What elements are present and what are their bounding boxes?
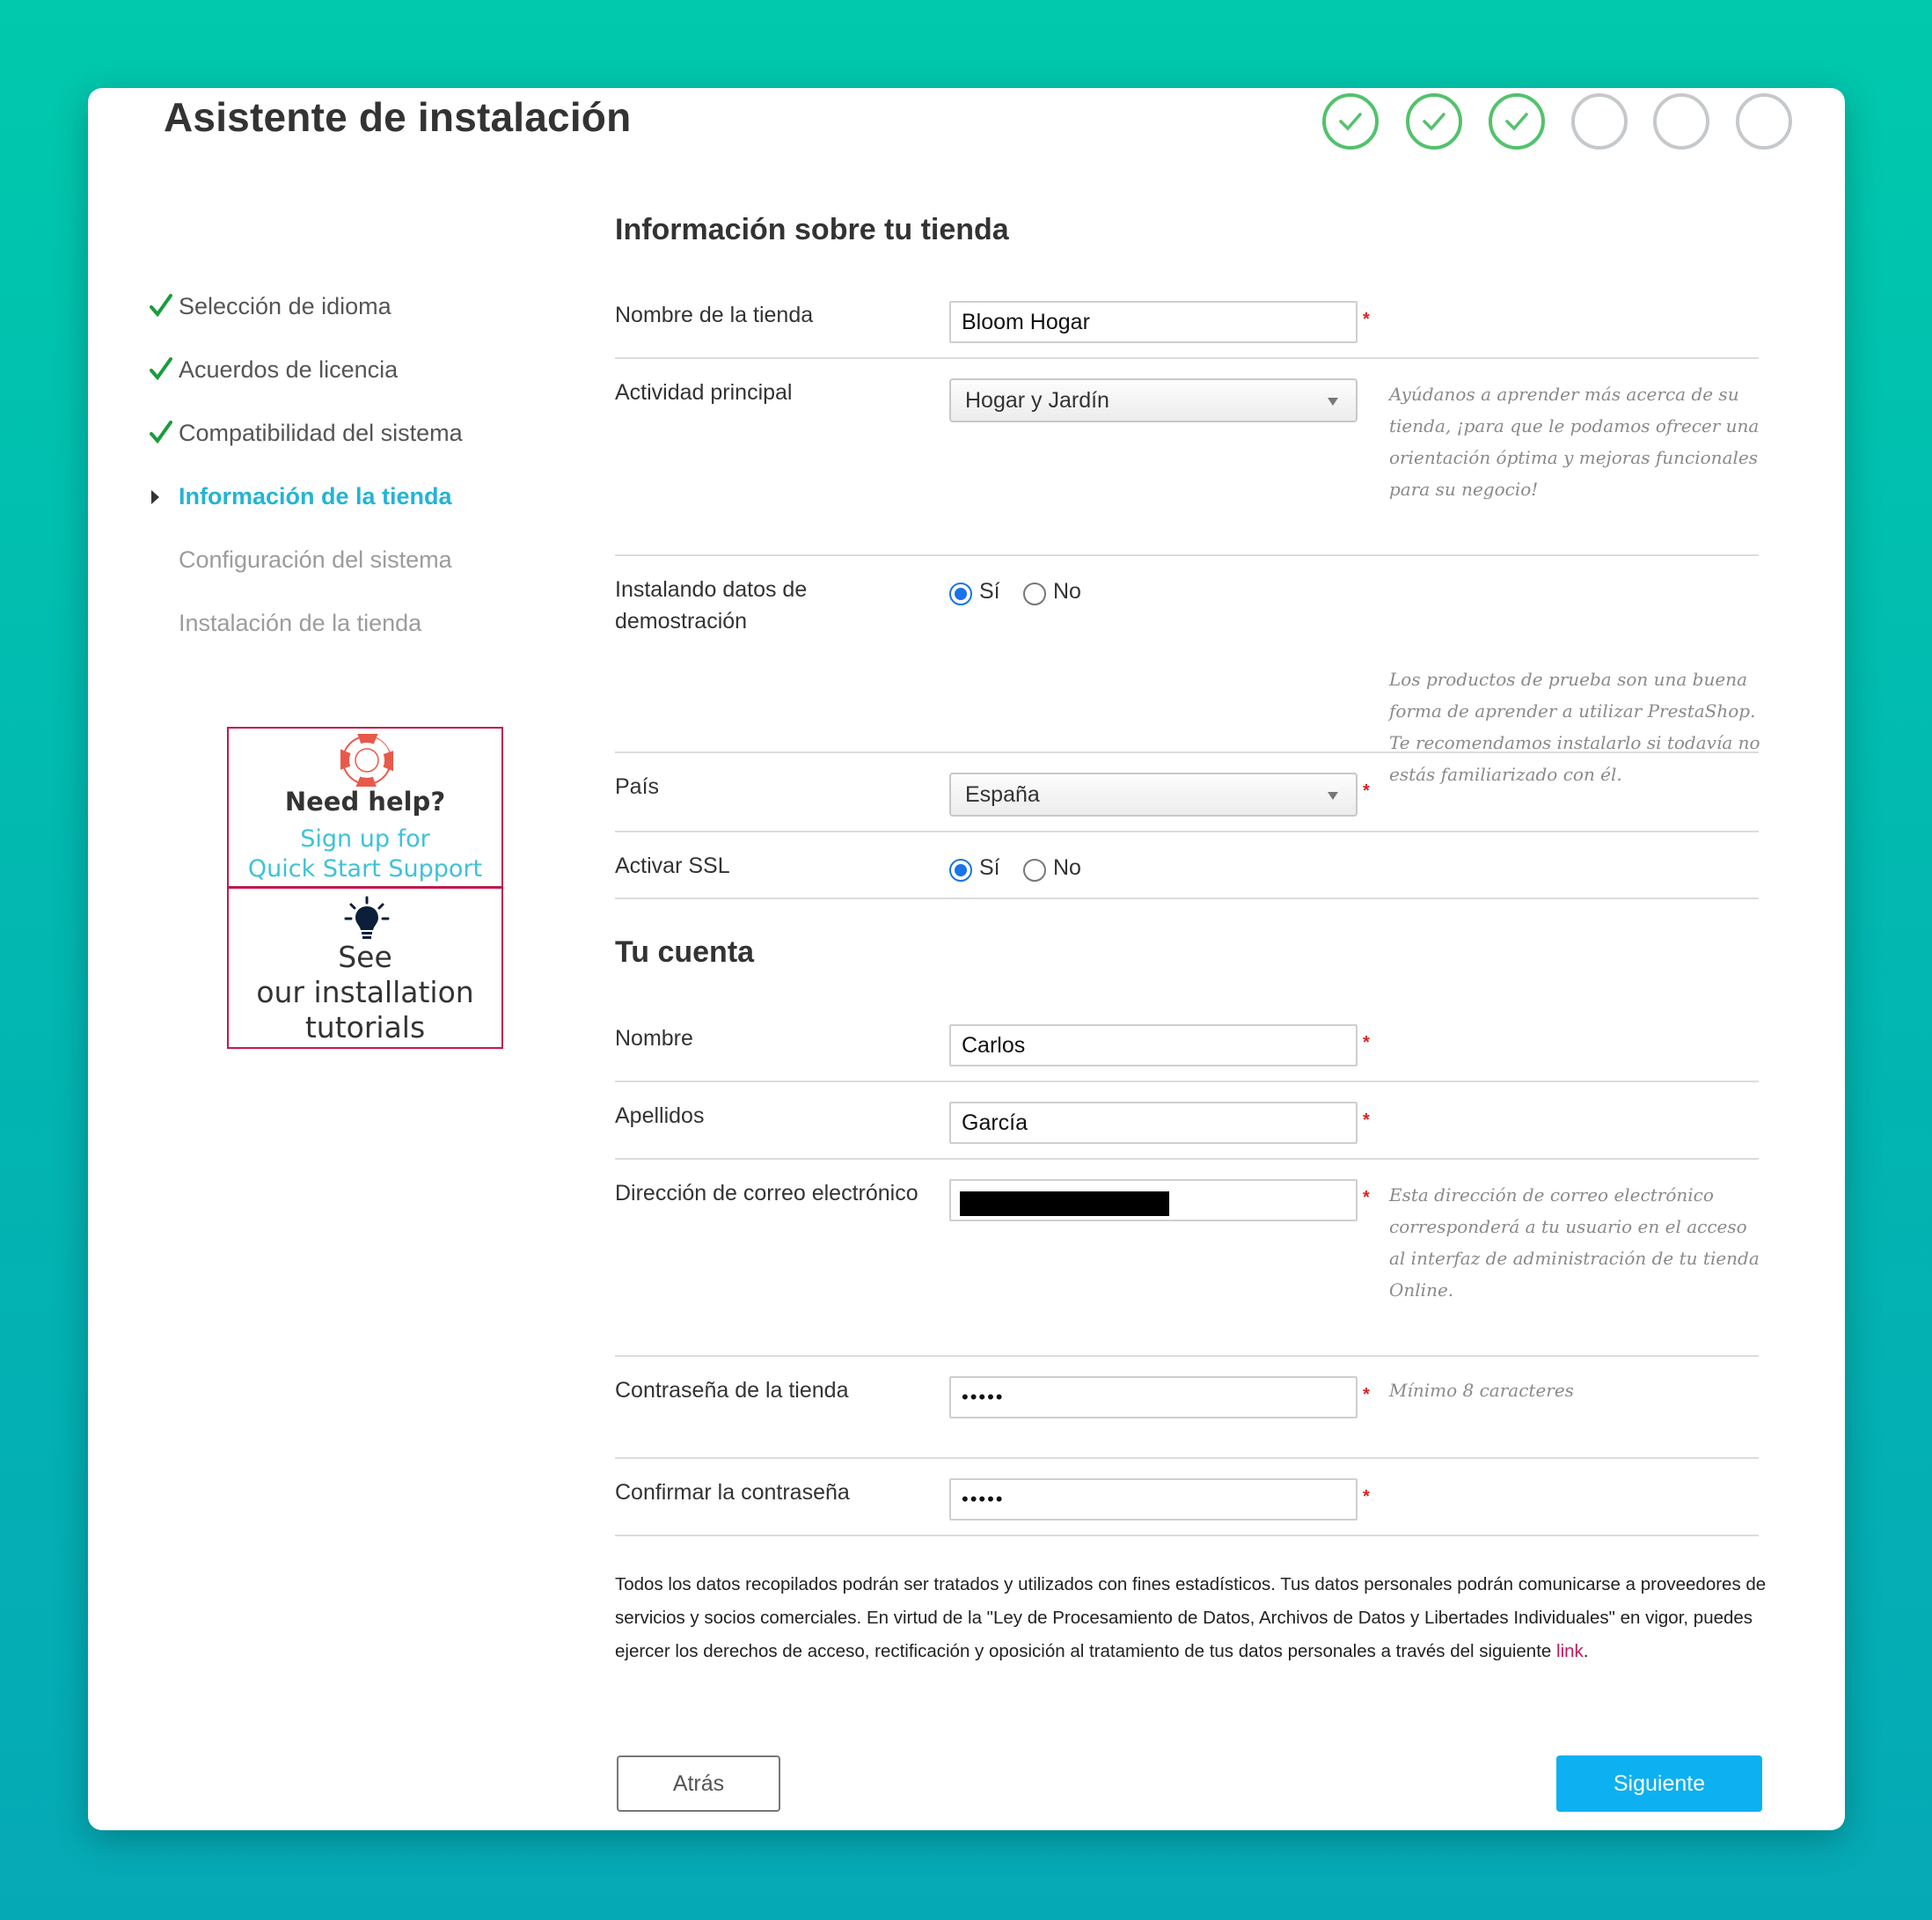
check-icon xyxy=(150,294,172,318)
tutorials-link[interactable]: See our installation tutorials xyxy=(229,889,501,1047)
activity-label: Actividad principal xyxy=(615,380,793,405)
divider xyxy=(615,831,1759,832)
confirm-password-label: Confirmar la contraseña xyxy=(615,1480,850,1505)
password-label: Contraseña de la tienda xyxy=(615,1378,849,1403)
help-banner: Need help? Sign up for Quick Start Suppo… xyxy=(227,727,503,1049)
demo-data-no-radio[interactable] xyxy=(1023,583,1046,605)
required-marker: * xyxy=(1363,1487,1370,1506)
activity-selected: Hogar y Jardín xyxy=(965,388,1109,413)
divider xyxy=(615,1355,1759,1357)
privacy-text: Todos los datos recopilados podrán ser t… xyxy=(615,1574,1767,1661)
divider xyxy=(615,898,1759,899)
sidebar-item-label: Selección de idioma xyxy=(179,293,392,319)
lifebuoy-icon xyxy=(340,734,393,787)
demo-data-no-label: No xyxy=(1053,579,1081,604)
privacy-notice: Todos los datos recopilados podrán ser t… xyxy=(615,1568,1776,1668)
required-marker: * xyxy=(1363,1188,1370,1207)
email-hint: Esta dirección de correo electrónico cor… xyxy=(1389,1184,1760,1301)
chevron-down-icon xyxy=(1328,792,1338,800)
installer-window: Asistente de instalación Selección de id… xyxy=(88,88,1845,1830)
password-hint: Mínimo 8 caracteres xyxy=(1389,1380,1574,1401)
sidebar-item-label: Instalación de la tienda xyxy=(179,610,422,636)
redacted-block xyxy=(960,1191,1169,1216)
store-section-title: Información sobre tu tienda xyxy=(615,213,1009,246)
help-link-line2[interactable]: Quick Start Support xyxy=(229,855,501,883)
divider xyxy=(615,1158,1759,1160)
privacy-link[interactable]: link xyxy=(1556,1641,1584,1661)
tutorials-line3: tutorials xyxy=(304,1010,426,1044)
ssl-no-label: No xyxy=(1053,855,1081,880)
check-icon xyxy=(150,357,172,381)
last-name-input[interactable]: García xyxy=(949,1102,1358,1144)
privacy-suffix: . xyxy=(1583,1641,1589,1661)
required-marker: * xyxy=(1363,1033,1370,1052)
activity-select[interactable]: Hogar y Jardín xyxy=(949,378,1358,422)
quick-start-support-link[interactable]: Need help? Sign up for Quick Start Suppo… xyxy=(229,729,501,889)
tutorials-line2: our installation xyxy=(256,975,474,1009)
sidebar-item-label: Información de la tienda xyxy=(179,483,452,509)
first-name-label: Nombre xyxy=(615,1026,693,1051)
divider xyxy=(615,357,1759,359)
tutorials-text: See our installation tutorials xyxy=(229,940,501,1045)
ssl-yes-radio[interactable] xyxy=(949,859,972,882)
store-name-label: Nombre de la tienda xyxy=(615,303,814,327)
back-button[interactable]: Atrás xyxy=(617,1755,780,1812)
required-marker: * xyxy=(1363,310,1370,329)
country-select[interactable]: España xyxy=(949,773,1358,817)
divider xyxy=(615,554,1759,556)
last-name-label: Apellidos xyxy=(615,1103,705,1128)
divider xyxy=(615,1535,1759,1536)
ssl-no-radio[interactable] xyxy=(1023,859,1046,882)
email-label: Dirección de correo electrónico xyxy=(615,1181,918,1205)
next-button[interactable]: Siguiente xyxy=(1556,1755,1762,1812)
first-name-input[interactable]: Carlos xyxy=(949,1024,1358,1066)
divider xyxy=(615,751,1759,753)
required-marker: * xyxy=(1363,1110,1370,1130)
store-form: Información sobre tu tienda Nombre de la… xyxy=(615,88,1785,1830)
chevron-down-icon xyxy=(1328,398,1338,406)
required-marker: * xyxy=(1363,781,1370,801)
page-title: Asistente de instalación xyxy=(164,94,632,140)
required-marker: * xyxy=(1363,1385,1370,1404)
country-selected: España xyxy=(965,782,1040,807)
activity-hint: Ayúdanos a aprender más acerca de su tie… xyxy=(1389,384,1760,500)
sidebar-item-label: Configuración del sistema xyxy=(179,546,452,573)
ssl-yes-label: Sí xyxy=(979,855,1000,880)
help-link-line1[interactable]: Sign up for xyxy=(229,825,501,853)
caret-right-icon xyxy=(151,490,159,504)
account-section-title: Tu cuenta xyxy=(615,935,755,969)
check-icon xyxy=(150,421,172,444)
demo-data-yes-radio[interactable] xyxy=(949,583,972,605)
country-label: País xyxy=(615,774,660,799)
divider xyxy=(615,1081,1759,1082)
demo-data-label: Instalando datos de demostración xyxy=(615,577,808,634)
divider xyxy=(615,1457,1759,1459)
confirm-password-input[interactable]: ••••• xyxy=(949,1478,1358,1521)
sidebar-item-label: Compatibilidad del sistema xyxy=(179,420,463,446)
sidebar-item-label: Acuerdos de licencia xyxy=(179,356,399,383)
ssl-label: Activar SSL xyxy=(615,854,730,878)
store-name-input[interactable]: Bloom Hogar xyxy=(949,301,1358,343)
demo-data-yes-label: Sí xyxy=(979,579,1000,604)
lightbulb-icon xyxy=(344,896,390,939)
demo-data-hint: Los productos de prueba son una buena fo… xyxy=(1389,669,1760,785)
tutorials-line1: See xyxy=(338,940,392,974)
password-input[interactable]: ••••• xyxy=(949,1376,1358,1418)
email-input[interactable] xyxy=(949,1179,1358,1221)
help-title: Need help? xyxy=(284,787,446,817)
